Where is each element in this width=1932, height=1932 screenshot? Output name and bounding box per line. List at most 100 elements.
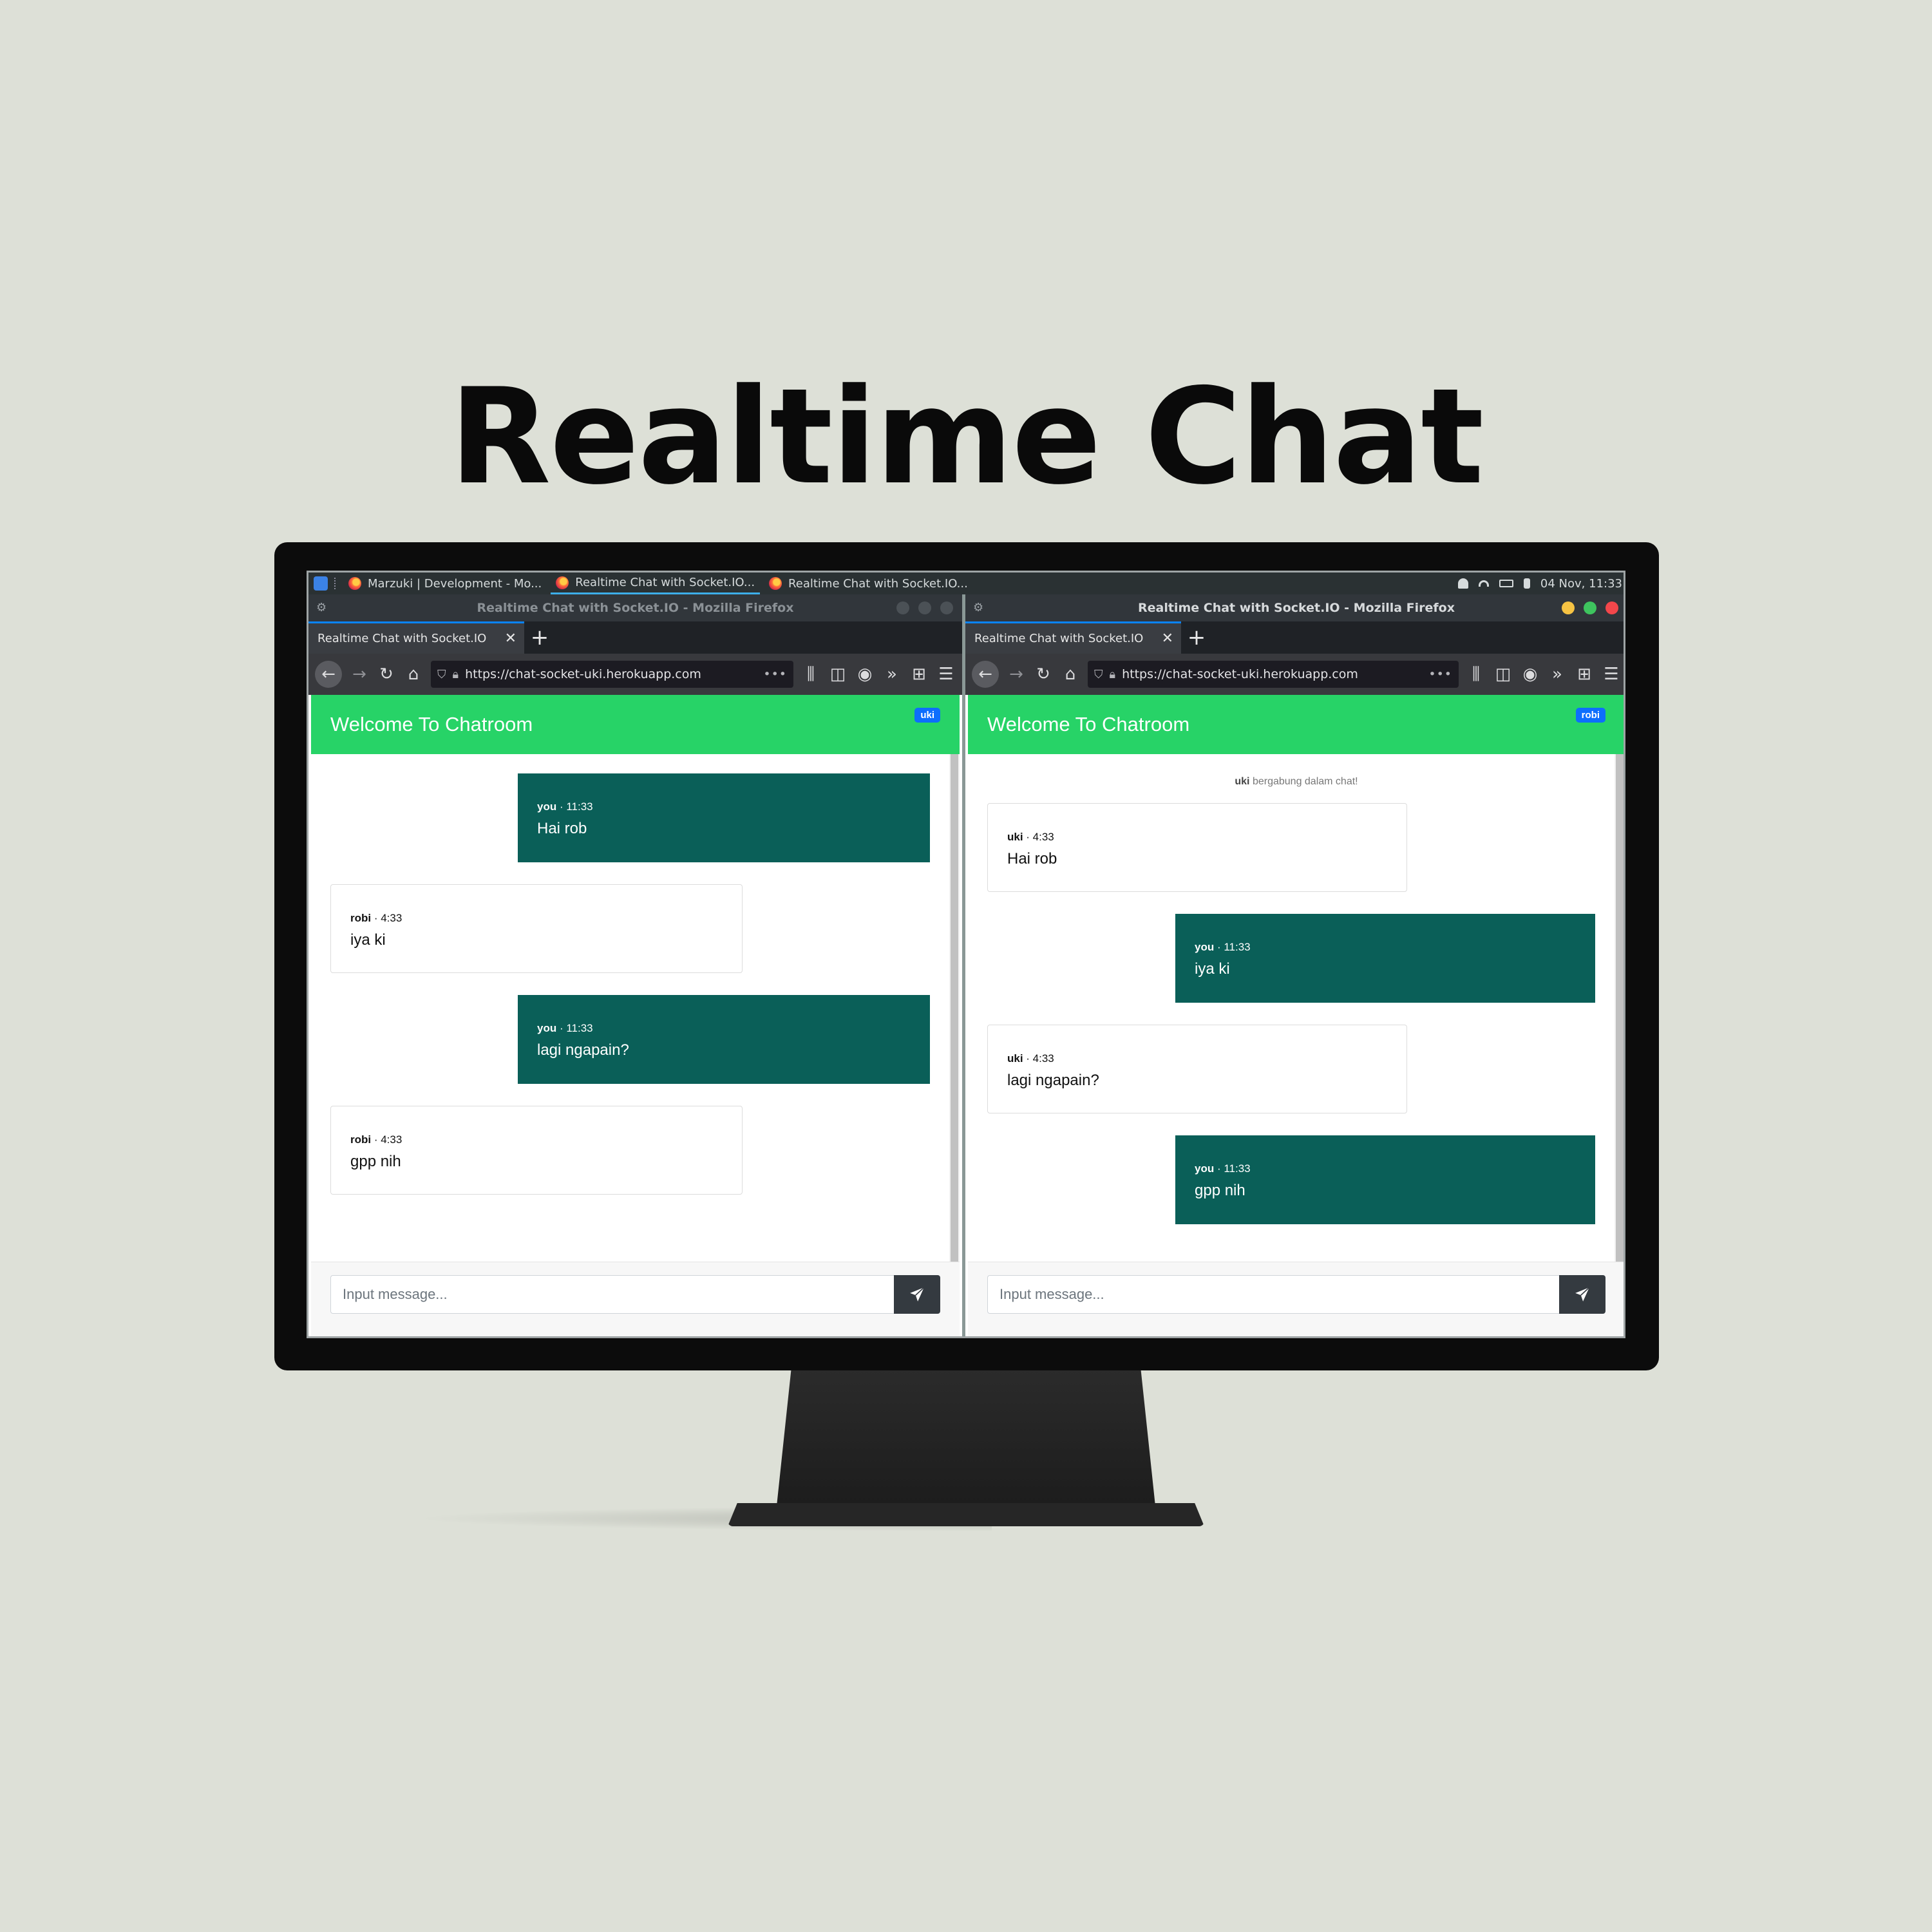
home-icon[interactable]: ⌂: [1061, 665, 1080, 684]
close-icon[interactable]: ✕: [1162, 630, 1173, 647]
page-actions-icon[interactable]: •••: [763, 667, 787, 681]
message-bubble-other: uki · 4:33 lagi ngapain?: [987, 1025, 1407, 1113]
menu-icon[interactable]: ☰: [1602, 665, 1621, 684]
meta-separator: ·: [556, 800, 567, 813]
window-titlebar[interactable]: ⚙ Realtime Chat with Socket.IO - Mozilla…: [965, 594, 1624, 621]
message-bubble-other: robi · 4:33 iya ki: [330, 884, 743, 973]
meta-separator: ·: [371, 912, 381, 924]
library-icon[interactable]: ⫼: [801, 665, 820, 685]
browser-tab[interactable]: Realtime Chat with Socket.IO ✕: [965, 621, 1181, 654]
system-message-user: uki: [1235, 776, 1250, 787]
message-time: 11:33: [1224, 1162, 1251, 1175]
wifi-icon[interactable]: [1478, 580, 1489, 587]
chat-app: Welcome To Chatroom robi uki bergabung d…: [968, 695, 1624, 1336]
shield-icon[interactable]: ⛉: [1094, 668, 1103, 681]
message-composer: [311, 1262, 960, 1336]
browser-window-left: ⚙ Realtime Chat with Socket.IO - Mozilla…: [308, 594, 962, 1336]
lock-icon[interactable]: 🔒︎: [1110, 668, 1116, 681]
message-list[interactable]: uki bergabung dalam chat! uki · 4:33 Hai…: [968, 754, 1624, 1262]
reload-button[interactable]: ↻: [377, 665, 396, 684]
back-button[interactable]: ←: [972, 661, 999, 688]
app-launcher-icon[interactable]: [314, 576, 328, 591]
message-scrollbar[interactable]: [1615, 754, 1624, 1262]
window-titlebar[interactable]: ⚙ Realtime Chat with Socket.IO - Mozilla…: [308, 594, 962, 621]
paper-plane-icon: [1575, 1287, 1590, 1302]
tab-label: Realtime Chat with Socket.IO: [974, 632, 1144, 645]
message-text: Hai rob: [537, 820, 587, 837]
scrollbar-thumb[interactable]: [1616, 754, 1624, 1262]
gear-icon[interactable]: ⚙: [973, 602, 985, 614]
send-button[interactable]: [894, 1275, 940, 1314]
monitor: Marzuki | Development - Mo... Realtime C…: [274, 542, 1659, 1370]
user-badge: robi: [1575, 708, 1605, 723]
message-time: 4:33: [381, 1133, 402, 1146]
forward-button[interactable]: →: [350, 665, 369, 684]
gear-icon[interactable]: ⚙: [316, 602, 328, 614]
send-button[interactable]: [1559, 1275, 1605, 1314]
battery-icon[interactable]: [1499, 580, 1513, 587]
minimize-button[interactable]: [896, 601, 909, 614]
monitor-stand: [776, 1369, 1156, 1512]
minimize-button[interactable]: [1562, 601, 1575, 614]
hero-title: Realtime Chat: [449, 361, 1484, 514]
extensions-icon[interactable]: ⊞: [1575, 665, 1594, 684]
new-tab-button[interactable]: +: [524, 621, 555, 654]
url-text[interactable]: https://chat-socket-uki.herokuapp.com: [465, 667, 757, 681]
message-sender: robi: [350, 912, 372, 924]
message-sender: you: [537, 800, 557, 813]
message-scrollbar[interactable]: [949, 754, 960, 1262]
message-input[interactable]: [330, 1275, 894, 1314]
close-window-button[interactable]: [1605, 601, 1618, 614]
clock[interactable]: 04 Nov, 11:33: [1540, 577, 1622, 591]
url-bar[interactable]: ⛉ 🔒︎ https://chat-socket-uki.herokuapp.c…: [1088, 661, 1459, 688]
taskbar-task[interactable]: Realtime Chat with Socket.IO...: [764, 573, 973, 594]
forward-button[interactable]: →: [1007, 665, 1026, 684]
maximize-button[interactable]: [1584, 601, 1596, 614]
message-input[interactable]: [987, 1275, 1559, 1314]
message-bubble-own: you · 11:33 lagi ngapain?: [518, 995, 930, 1084]
account-icon[interactable]: ◉: [1520, 665, 1540, 684]
meta-separator: ·: [1214, 941, 1224, 953]
tab-strip: Realtime Chat with Socket.IO ✕ +: [308, 621, 962, 654]
overflow-chevron-icon[interactable]: »: [1548, 665, 1567, 684]
taskbar-task[interactable]: Marzuki | Development - Mo...: [343, 573, 547, 594]
browser-tab[interactable]: Realtime Chat with Socket.IO ✕: [308, 621, 524, 654]
lock-icon[interactable]: 🔒︎: [453, 668, 459, 681]
close-window-button[interactable]: [940, 601, 953, 614]
volume-icon[interactable]: [1523, 578, 1530, 589]
meta-separator: ·: [371, 1133, 381, 1146]
message-bubble-other: robi · 4:33 gpp nih: [330, 1106, 743, 1195]
navigation-toolbar: ← → ↻ ⌂ ⛉ 🔒︎ https://chat-socket-uki.her…: [965, 654, 1624, 695]
page-actions-icon[interactable]: •••: [1428, 667, 1452, 681]
url-text[interactable]: https://chat-socket-uki.herokuapp.com: [1122, 667, 1422, 681]
close-icon[interactable]: ✕: [505, 630, 516, 647]
browser-window-right: ⚙ Realtime Chat with Socket.IO - Mozilla…: [965, 594, 1624, 1336]
library-icon[interactable]: ⫼: [1466, 665, 1486, 685]
chat-app: Welcome To Chatroom uki you · 11:33 Hai …: [311, 695, 960, 1336]
scrollbar-thumb[interactable]: [951, 754, 958, 1262]
home-icon[interactable]: ⌂: [404, 665, 423, 684]
notification-bell-icon[interactable]: [1457, 578, 1468, 589]
shield-icon[interactable]: ⛉: [437, 668, 446, 681]
message-sender: robi: [350, 1133, 372, 1146]
firefox-icon: [556, 576, 569, 589]
message-sender: uki: [1007, 831, 1023, 843]
extensions-icon[interactable]: ⊞: [909, 665, 929, 684]
maximize-button[interactable]: [918, 601, 931, 614]
message-sender: you: [537, 1022, 557, 1034]
back-button[interactable]: ←: [315, 661, 342, 688]
account-icon[interactable]: ◉: [855, 665, 875, 684]
message-list[interactable]: you · 11:33 Hai rob robi · 4:33 iya ki y…: [311, 754, 960, 1262]
reload-button[interactable]: ↻: [1034, 665, 1053, 684]
chat-header: Welcome To Chatroom robi: [968, 695, 1624, 754]
meta-separator: ·: [1023, 831, 1033, 843]
sidebar-icon[interactable]: ◫: [828, 665, 848, 684]
message-text: iya ki: [350, 931, 386, 949]
message-text: lagi ngapain?: [1007, 1072, 1099, 1089]
menu-icon[interactable]: ☰: [936, 665, 956, 684]
new-tab-button[interactable]: +: [1181, 621, 1212, 654]
taskbar-task[interactable]: Realtime Chat with Socket.IO...: [551, 573, 761, 594]
sidebar-icon[interactable]: ◫: [1493, 665, 1513, 684]
url-bar[interactable]: ⛉ 🔒︎ https://chat-socket-uki.herokuapp.c…: [431, 661, 793, 688]
overflow-chevron-icon[interactable]: »: [882, 665, 902, 684]
